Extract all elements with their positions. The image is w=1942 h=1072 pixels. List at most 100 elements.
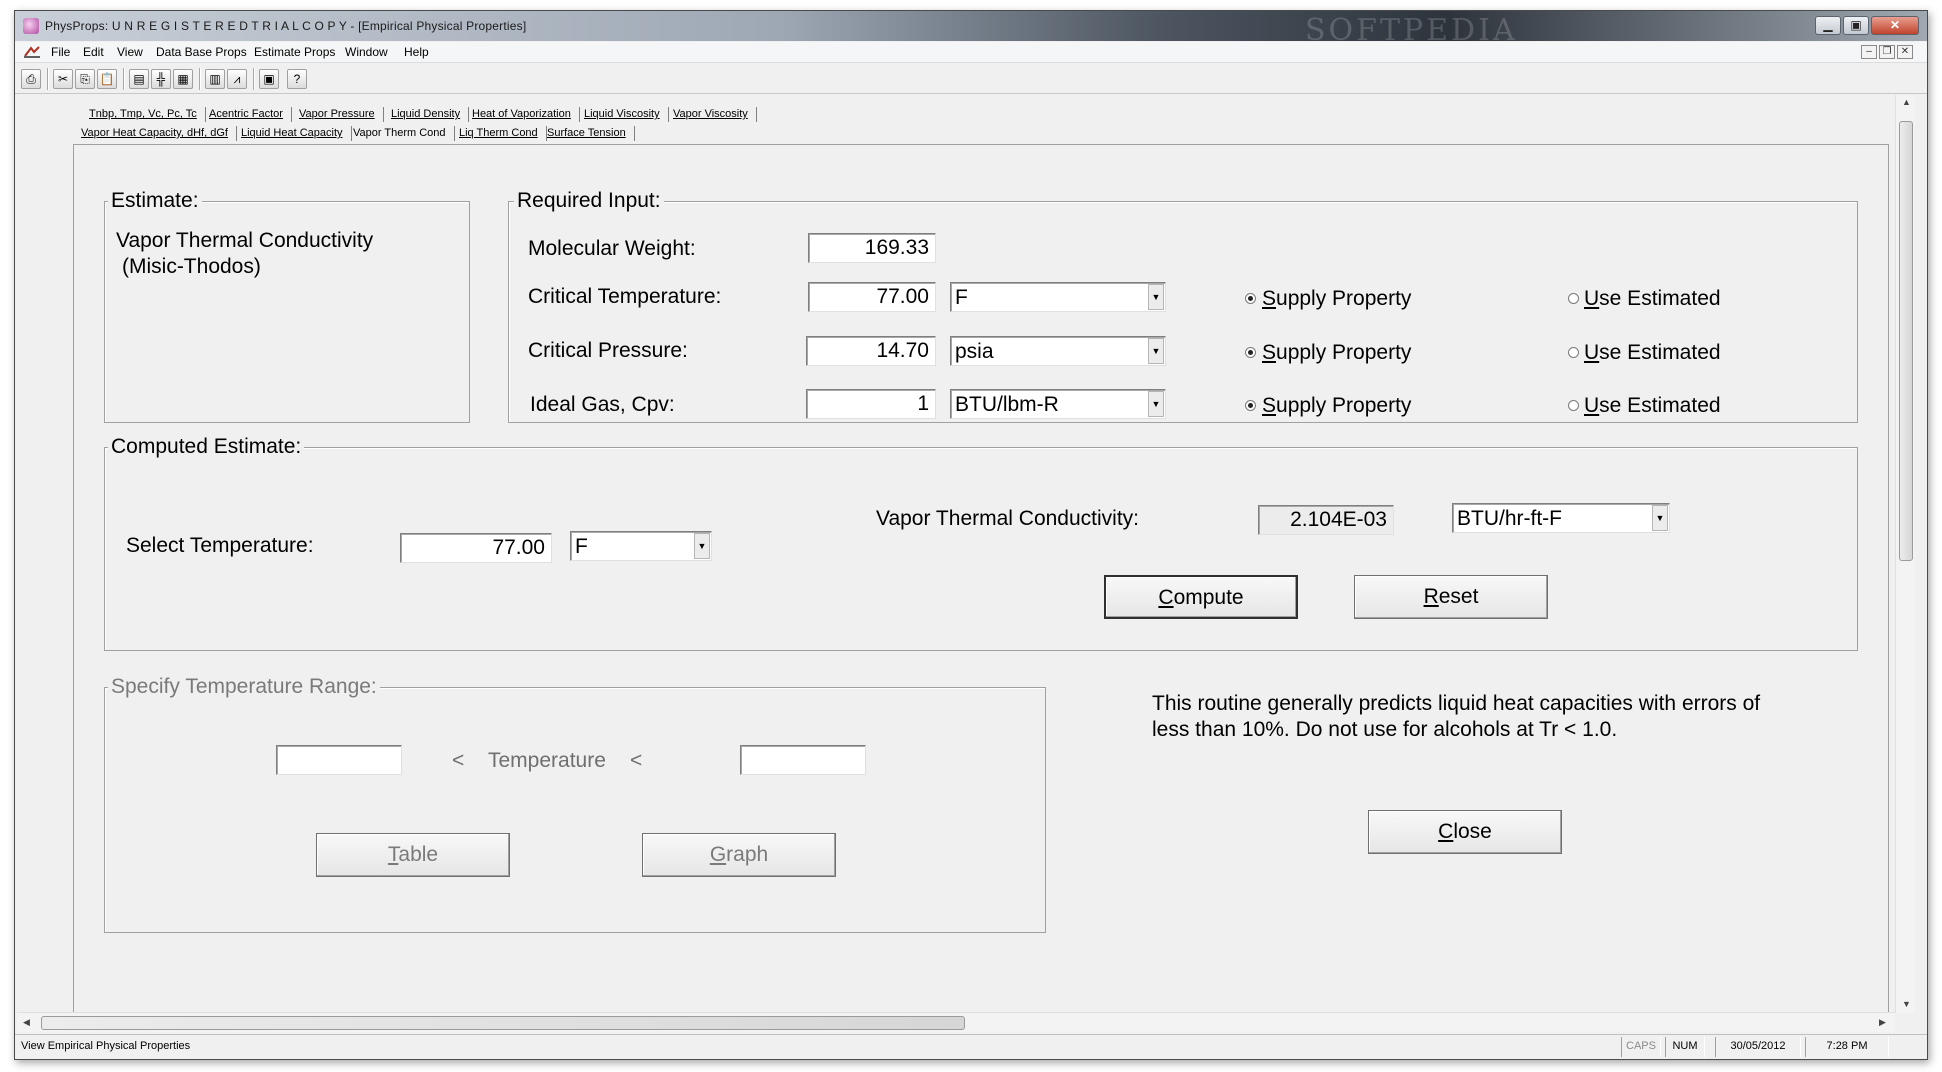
document-icon[interactable]: [23, 45, 41, 59]
scroll-left-icon[interactable]: ◀: [23, 1017, 30, 1028]
copy-icon[interactable]: ⎘: [75, 69, 95, 89]
graph-button[interactable]: Graph: [642, 833, 836, 877]
less-than-symbol: <: [452, 749, 465, 772]
tab-acentric-factor[interactable]: Acentric Factor: [209, 107, 292, 122]
vertical-scrollbar[interactable]: ▲ ▼: [1895, 95, 1915, 1013]
table-button[interactable]: Table: [316, 833, 510, 877]
toolbar-separator: [47, 68, 49, 90]
menu-estimate-props[interactable]: Estimate Props: [254, 45, 335, 59]
horizontal-scroll-thumb[interactable]: [41, 1016, 965, 1030]
tab-liquid-viscosity[interactable]: Liquid Viscosity: [584, 107, 669, 122]
ideal-gas-cpv-label: Ideal Gas, Cpv:: [530, 393, 675, 416]
tc-supply-property-radio[interactable]: [1245, 293, 1256, 304]
tab-vapor-therm-cond[interactable]: Vapor Therm Cond: [353, 126, 455, 141]
pc-use-estimated-label[interactable]: Use Estimated: [1584, 341, 1721, 365]
estimate-legend: Estimate:: [108, 189, 202, 213]
tab-liquid-heat-capacity[interactable]: Liquid Heat Capacity: [241, 126, 352, 141]
chevron-down-icon[interactable]: ▼: [1652, 505, 1668, 531]
menu-data-base-props[interactable]: Data Base Props: [156, 45, 247, 59]
menu-file[interactable]: File: [51, 45, 70, 59]
compute-button[interactable]: Compute: [1104, 575, 1298, 619]
tab-tnbp-tmp-vc-pc-tc[interactable]: Tnbp, Tmp, Vc, Pc, Tc: [89, 107, 206, 122]
chevron-down-icon[interactable]: ▼: [1148, 284, 1164, 310]
scroll-down-icon[interactable]: ▼: [1902, 999, 1911, 1009]
vertical-scroll-thumb[interactable]: [1899, 121, 1913, 561]
computed-estimate-legend: Computed Estimate:: [108, 435, 305, 459]
menu-help[interactable]: Help: [404, 45, 429, 59]
bar-chart-icon[interactable]: ▥: [205, 69, 225, 89]
paste-icon[interactable]: 📋: [97, 69, 117, 89]
title-bar[interactable]: PhysProps: U N R E G I S T E R E D T R I…: [15, 11, 1927, 48]
scroll-right-icon[interactable]: ▶: [1879, 1017, 1886, 1028]
maximize-button[interactable]: ▣: [1843, 16, 1869, 35]
cpv-supply-property-radio[interactable]: [1245, 400, 1256, 411]
grid-icon[interactable]: ╬: [151, 69, 171, 89]
select-temperature-label: Select Temperature:: [126, 534, 314, 557]
tc-supply-property-label[interactable]: Supply Property: [1262, 287, 1411, 311]
pc-supply-property-label[interactable]: Supply Property: [1262, 341, 1411, 365]
tab-liquid-density[interactable]: Liquid Density: [391, 107, 470, 122]
select-temperature-unit-select[interactable]: F ▼: [570, 531, 712, 561]
estimate-method-ref: (Misic-Thodos): [122, 255, 261, 278]
table-icon[interactable]: ▦: [173, 69, 193, 89]
help-icon[interactable]: ?: [287, 69, 307, 89]
ideal-gas-cpv-unit-select[interactable]: BTU/lbm-R ▼: [950, 389, 1166, 419]
mdi-minimize-button[interactable]: –: [1861, 45, 1877, 59]
molecular-weight-input[interactable]: 169.33: [808, 233, 936, 263]
cut-icon[interactable]: ✂: [53, 69, 73, 89]
database-icon[interactable]: ▤: [129, 69, 149, 89]
range-max-input[interactable]: [740, 745, 866, 775]
cpv-use-estimated-radio[interactable]: [1568, 400, 1579, 411]
critical-pressure-input[interactable]: 14.70: [806, 336, 936, 366]
computed-estimate-group: [104, 447, 1858, 651]
tab-heat-of-vaporization[interactable]: Heat of Vaporization: [472, 107, 580, 122]
result-unit-select[interactable]: BTU/hr-ft-F ▼: [1452, 503, 1670, 533]
chevron-down-icon[interactable]: ▼: [1148, 338, 1164, 364]
cpv-use-estimated-label[interactable]: Use Estimated: [1584, 394, 1721, 418]
reset-button[interactable]: Reset: [1354, 575, 1548, 619]
window-title: PhysProps: U N R E G I S T E R E D T R I…: [45, 19, 527, 33]
tc-use-estimated-label[interactable]: Use Estimated: [1584, 287, 1721, 311]
tab-page-vapor-therm-cond: Estimate: Vapor Thermal Conductivity (Mi…: [73, 144, 1889, 1012]
tab-vapor-pressure[interactable]: Vapor Pressure: [299, 107, 384, 122]
print-icon[interactable]: ⎙: [21, 69, 41, 89]
critical-pressure-unit-select[interactable]: psia ▼: [950, 336, 1166, 366]
tc-use-estimated-radio[interactable]: [1568, 293, 1579, 304]
close-button[interactable]: Close: [1368, 810, 1562, 854]
chevron-down-icon[interactable]: ▼: [1148, 391, 1164, 417]
estimate-method-name: Vapor Thermal Conductivity: [116, 229, 374, 252]
menu-window[interactable]: Window: [345, 45, 388, 59]
line-chart-icon[interactable]: ⩘: [227, 69, 247, 89]
num-indicator: NUM: [1665, 1037, 1705, 1057]
range-min-input[interactable]: [276, 745, 402, 775]
application-window: PhysProps: U N R E G I S T E R E D T R I…: [14, 10, 1928, 1060]
mdi-restore-button[interactable]: ❐: [1879, 45, 1895, 59]
mdi-close-button[interactable]: ✕: [1897, 45, 1913, 59]
menu-edit[interactable]: Edit: [83, 45, 104, 59]
required-input-legend: Required Input:: [514, 189, 664, 213]
molecular-weight-label: Molecular Weight:: [528, 237, 696, 260]
chevron-down-icon[interactable]: ▼: [694, 533, 710, 559]
temperature-range-legend: Specify Temperature Range:: [108, 675, 380, 699]
menu-view[interactable]: View: [117, 45, 143, 59]
tab-liq-therm-cond[interactable]: Liq Therm Cond: [459, 126, 547, 141]
minimize-button[interactable]: ▁: [1815, 16, 1841, 35]
close-window-button[interactable]: ✕: [1871, 16, 1919, 35]
tab-surface-tension[interactable]: Surface Tension: [547, 126, 635, 141]
scroll-up-icon[interactable]: ▲: [1902, 97, 1911, 107]
pc-use-estimated-radio[interactable]: [1568, 347, 1579, 358]
tab-vapor-viscosity[interactable]: Vapor Viscosity: [673, 107, 757, 122]
toolbar: ⎙ ✂ ⎘ 📋 ▤ ╬ ▦ ▥ ⩘ ▣ ?: [15, 64, 1927, 94]
horizontal-scrollbar[interactable]: ◀ ▶: [17, 1012, 1895, 1032]
menu-bar: File Edit View Data Base Props Estimate …: [15, 42, 1927, 63]
calculator-icon[interactable]: ▣: [259, 69, 279, 89]
critical-temperature-unit-select[interactable]: F ▼: [950, 282, 1166, 312]
pc-supply-property-radio[interactable]: [1245, 347, 1256, 358]
method-note: This routine generally predicts liquid h…: [1152, 691, 1760, 743]
select-temperature-input[interactable]: 77.00: [400, 533, 552, 563]
ideal-gas-cpv-input[interactable]: 1: [806, 389, 936, 419]
cpv-supply-property-label[interactable]: Supply Property: [1262, 394, 1411, 418]
tab-vapor-heat-capacity[interactable]: Vapor Heat Capacity, dHf, dGf: [81, 126, 237, 141]
status-text: View Empirical Physical Properties: [21, 1040, 191, 1052]
critical-temperature-input[interactable]: 77.00: [808, 282, 936, 312]
